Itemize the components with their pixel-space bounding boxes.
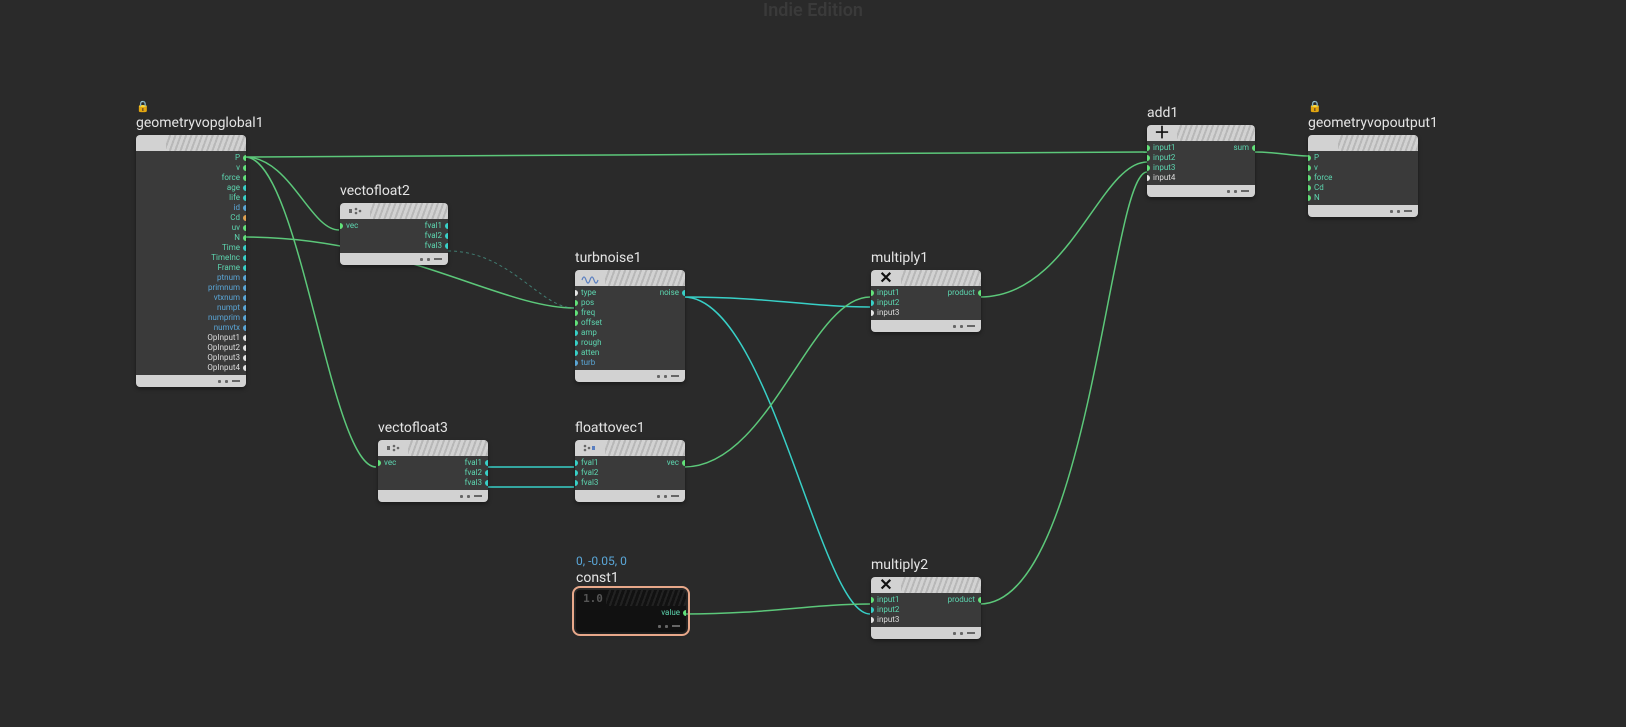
node-title: turbnoise1 bbox=[575, 250, 685, 266]
output-port-N[interactable]: N bbox=[136, 233, 246, 243]
output-port-OpInput1[interactable]: OpInput1 bbox=[136, 333, 246, 343]
node-title: floattovec1 bbox=[575, 420, 685, 436]
input-port-turb[interactable]: turb bbox=[575, 358, 685, 368]
output-port-numprim[interactable]: numprim bbox=[136, 313, 246, 323]
node-title: add1 bbox=[1147, 105, 1255, 121]
node-geometryvopoutput1[interactable]: 🔒 geometryvopoutput1 PvforceCdN bbox=[1308, 100, 1418, 217]
node-title: vectofloat3 bbox=[378, 420, 488, 436]
plus-icon: ＋ bbox=[1147, 125, 1177, 141]
input-port-amp[interactable]: amp bbox=[575, 328, 685, 338]
input-port-force[interactable]: force bbox=[1308, 173, 1418, 183]
output-port-Cd[interactable]: Cd bbox=[136, 213, 246, 223]
input-port-N[interactable]: N bbox=[1308, 193, 1418, 203]
node-vectofloat3[interactable]: vectofloat3 vec fval1 fval2 fval3 bbox=[378, 420, 488, 502]
const-value-label: 0, -0.05, 0 bbox=[576, 554, 686, 568]
multiply-icon: ✕ bbox=[871, 577, 901, 593]
node-multiply1[interactable]: multiply1 ✕ input1 product input2 input3 bbox=[871, 250, 981, 332]
output-port-Time[interactable]: Time bbox=[136, 243, 246, 253]
input-port-pos[interactable]: pos bbox=[575, 298, 685, 308]
input-port-Cd[interactable]: Cd bbox=[1308, 183, 1418, 193]
node-floattovec1[interactable]: floattovec1 fval1 vec fval2 fval3 bbox=[575, 420, 685, 502]
input-port-atten[interactable]: atten bbox=[575, 348, 685, 358]
input-port-freq[interactable]: freq bbox=[575, 308, 685, 318]
node-title: multiply2 bbox=[871, 557, 981, 573]
output-port-P[interactable]: P bbox=[136, 153, 246, 163]
output-port-OpInput4[interactable]: OpInput4 bbox=[136, 363, 246, 373]
output-port-Frame[interactable]: Frame bbox=[136, 263, 246, 273]
node-title: multiply1 bbox=[871, 250, 981, 266]
input-port-offset[interactable]: offset bbox=[575, 318, 685, 328]
multiply-icon: ✕ bbox=[871, 270, 901, 286]
output-port-OpInput2[interactable]: OpInput2 bbox=[136, 343, 246, 353]
output-port-TimeInc[interactable]: TimeInc bbox=[136, 253, 246, 263]
node-multiply2[interactable]: multiply2 ✕ input1 product input2 input3 bbox=[871, 557, 981, 639]
output-port-numpt[interactable]: numpt bbox=[136, 303, 246, 313]
output-port-ptnum[interactable]: ptnum bbox=[136, 273, 246, 283]
watermark-label: Indie Edition bbox=[763, 0, 863, 21]
lock-icon: 🔒 bbox=[136, 100, 246, 113]
output-port-vtxnum[interactable]: vtxnum bbox=[136, 293, 246, 303]
lock-icon: 🔒 bbox=[1308, 100, 1418, 113]
node-turbnoise1[interactable]: turbnoise1 type noise posfreqoffsetampro… bbox=[575, 250, 685, 382]
output-port-v[interactable]: v bbox=[136, 163, 246, 173]
node-title: vectofloat2 bbox=[340, 183, 448, 199]
output-port-OpInput3[interactable]: OpInput3 bbox=[136, 353, 246, 363]
output-port-id[interactable]: id bbox=[136, 203, 246, 213]
output-port-life[interactable]: life bbox=[136, 193, 246, 203]
output-port-age[interactable]: age bbox=[136, 183, 246, 193]
output-port-numvtx[interactable]: numvtx bbox=[136, 323, 246, 333]
input-port-rough[interactable]: rough bbox=[575, 338, 685, 348]
node-geometryvopglobal1[interactable]: 🔒 geometryvopglobal1 PvforceagelifeidCdu… bbox=[136, 100, 246, 387]
input-port-P[interactable]: P bbox=[1308, 153, 1418, 163]
node-title: geometryvopglobal1 bbox=[136, 115, 246, 131]
const-icon: 1.0 bbox=[579, 592, 603, 605]
input-port-v[interactable]: v bbox=[1308, 163, 1418, 173]
node-vectofloat2[interactable]: vectofloat2 vec fval1 fval2 fval3 bbox=[340, 183, 448, 265]
node-add1[interactable]: add1 ＋ input1 sum input2 input3 input4 bbox=[1147, 105, 1255, 197]
node-title: const1 bbox=[576, 570, 686, 586]
output-port-uv[interactable]: uv bbox=[136, 223, 246, 233]
node-title: geometryvopoutput1 bbox=[1308, 115, 1418, 131]
node-const1[interactable]: 0, -0.05, 0 const1 1.0 value bbox=[576, 554, 686, 632]
output-port-force[interactable]: force bbox=[136, 173, 246, 183]
output-port-primnum[interactable]: primnum bbox=[136, 283, 246, 293]
